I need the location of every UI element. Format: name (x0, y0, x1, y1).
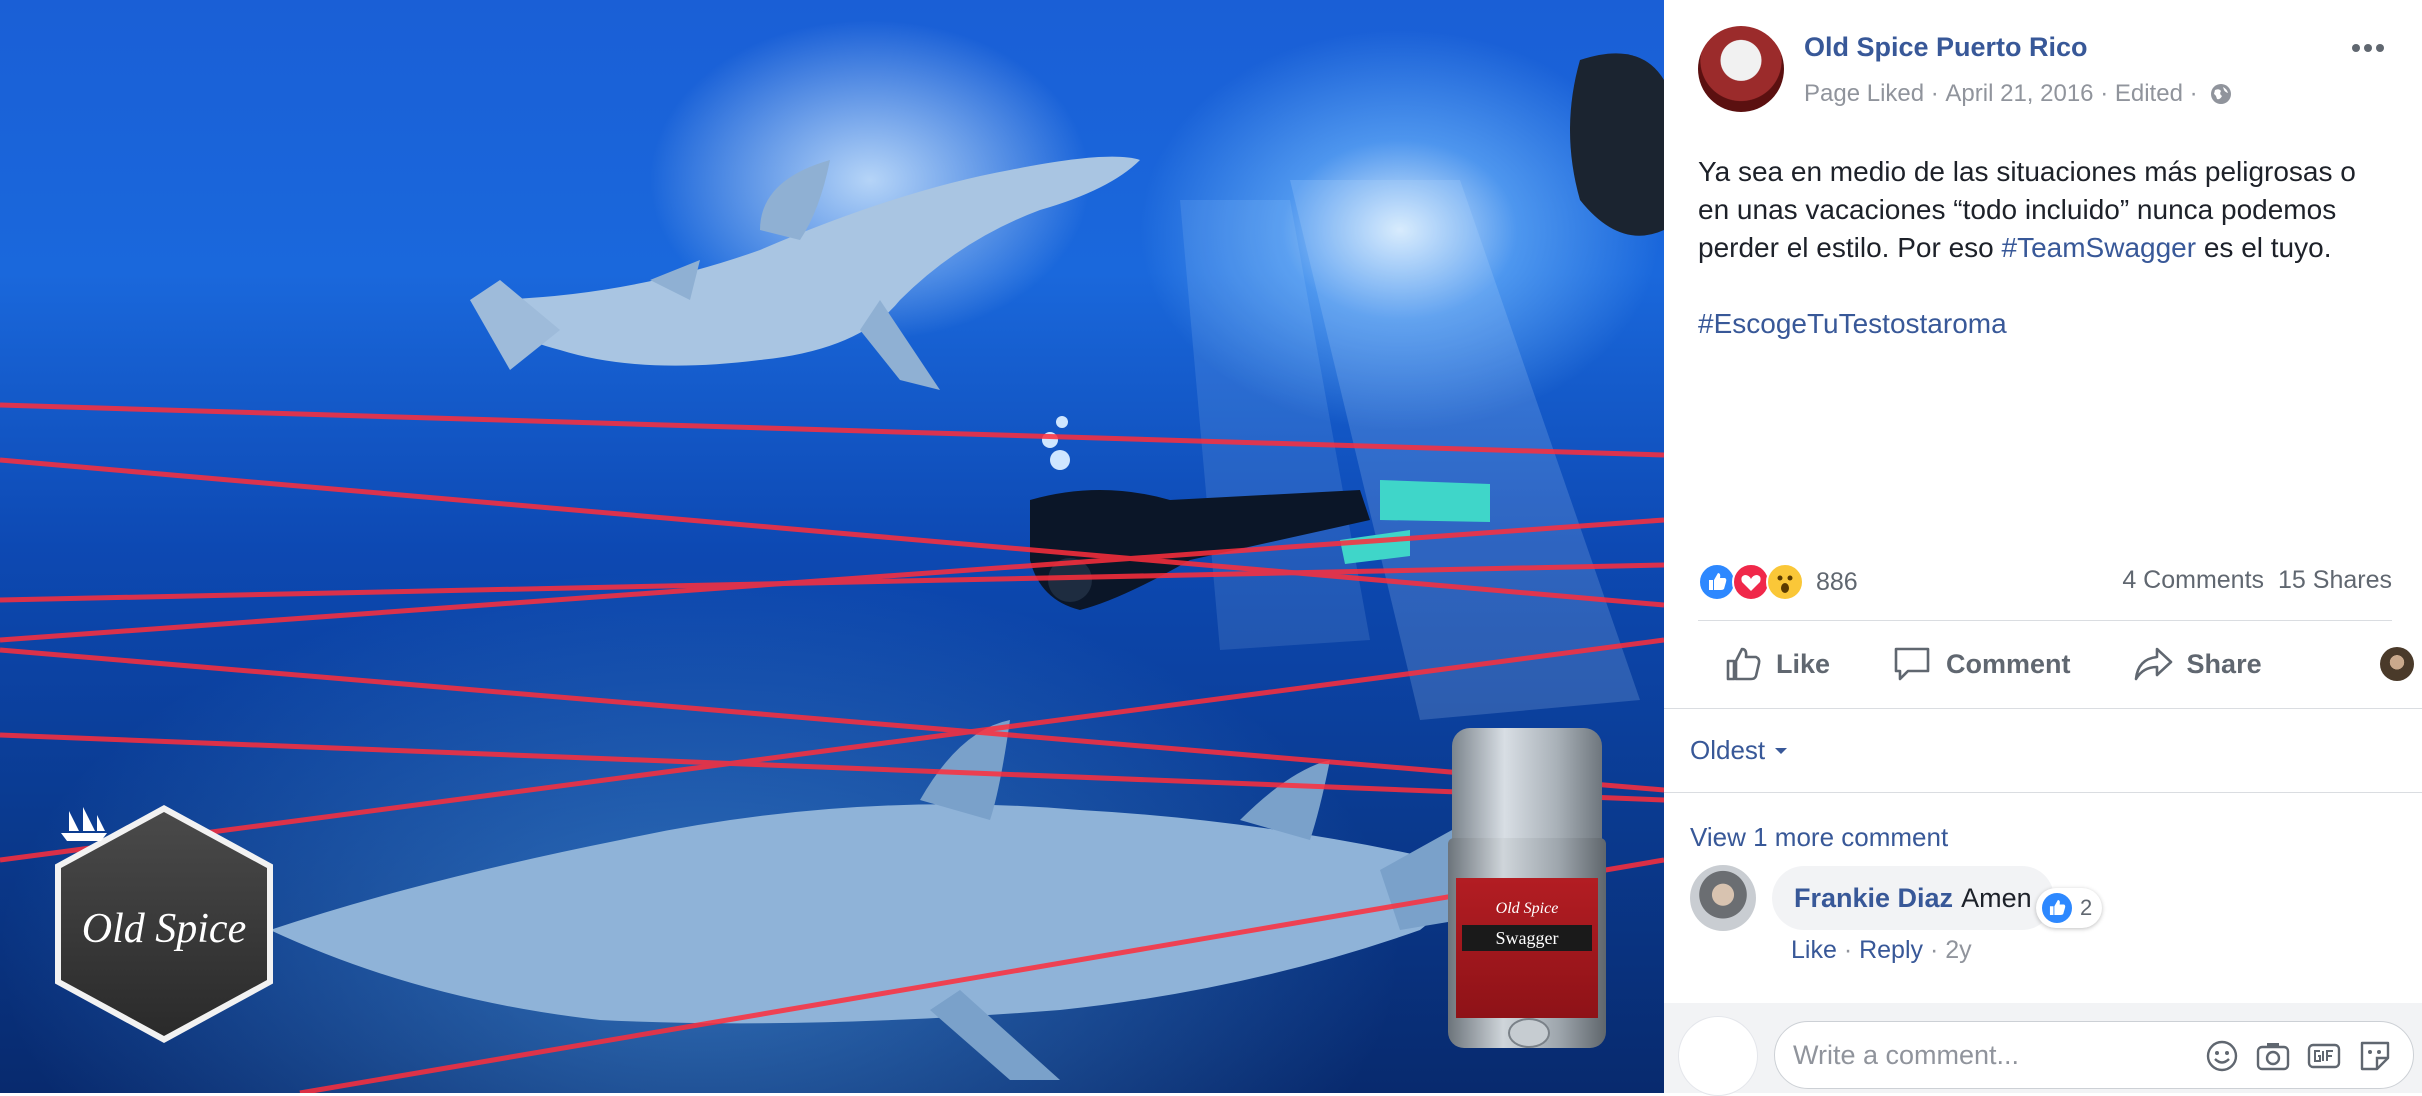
edited-label[interactable]: Edited (2115, 80, 2183, 108)
post-actions: Like Comment Share (1698, 634, 2414, 694)
divider (1664, 708, 2422, 709)
shares-count[interactable]: 15 Shares (2278, 566, 2392, 594)
page-name-link[interactable]: Old Spice Puerto Rico (1804, 32, 2088, 63)
divider (1698, 620, 2392, 621)
product-brand: Old Spice (1495, 900, 1559, 917)
logo-text: Old Spice (81, 906, 247, 952)
commenter-avatar[interactable] (1690, 865, 1756, 931)
post-panel: Old Spice Puerto Rico Page Liked · April… (1664, 0, 2422, 1096)
engagement-counts: 4 Comments 15 Shares (2108, 566, 2392, 595)
like-button[interactable]: Like (1724, 645, 1830, 683)
reaction-audience-selector[interactable] (2379, 647, 2422, 681)
composer-avatar (1678, 1016, 1758, 1096)
share-button[interactable]: Share (2133, 645, 2262, 683)
globe-icon (2211, 84, 2232, 104)
share-icon (2134, 647, 2172, 681)
comment-sort-dropdown[interactable]: Oldest (1690, 735, 1789, 766)
view-more-comments-link[interactable]: View 1 more comment (1690, 822, 1948, 853)
post-meta: Page Liked · April 21, 2016 · Edited · (1804, 80, 2232, 108)
post-message: Ya sea en medio de las situaciones más p… (1698, 156, 2356, 339)
comment-icon (1894, 647, 1930, 681)
composer-icons (2204, 1038, 2408, 1074)
comment-like-link[interactable]: Like (1791, 936, 1837, 964)
comment-reaction-count: 2 (2080, 895, 2093, 920)
user-avatar (2379, 647, 2414, 681)
more-options-icon[interactable] (2347, 28, 2389, 68)
wow-icon (1766, 563, 1804, 601)
chevron-down-icon (1775, 747, 1788, 754)
post-photo[interactable]: Old Spice Old Spice Swagger (0, 0, 1664, 1093)
page-liked-status: Page Liked (1804, 80, 1925, 107)
comment-age[interactable]: 2y (1945, 936, 1971, 964)
like-icon (2040, 891, 2074, 925)
comment-reactions[interactable]: 2 (2036, 888, 2103, 928)
post-date[interactable]: April 21, 2016 (1945, 80, 2093, 108)
upper-shark (470, 156, 1140, 390)
sticker-icon[interactable] (2357, 1038, 2395, 1074)
old-spice-logo: Old Spice (55, 805, 273, 1043)
ship-icon (61, 807, 107, 841)
emoji-icon[interactable] (2204, 1038, 2242, 1074)
hashtag-teamswagger[interactable]: #TeamSwagger (2002, 232, 2197, 263)
comment-text: Amen (1961, 882, 2032, 913)
lower-shark (270, 720, 1470, 1080)
comments-count[interactable]: 4 Comments (2122, 566, 2264, 594)
reactions-summary[interactable]: 886 (1698, 563, 1858, 601)
reaction-count[interactable]: 886 (1816, 568, 1858, 597)
love-icon (1732, 563, 1770, 601)
like-icon (1698, 563, 1736, 601)
product-name: Swagger (1462, 925, 1592, 951)
page-avatar[interactable] (1698, 26, 1784, 112)
comment-actions: Like · Reply · 2y (1791, 936, 1972, 964)
commenter-name[interactable]: Frankie Diaz (1794, 883, 1953, 914)
deodorant-product: Old Spice Swagger (1448, 728, 1606, 1048)
gif-icon[interactable] (2306, 1038, 2344, 1074)
comment-bubble: Frankie Diaz Amen (1772, 866, 2054, 930)
divider (1664, 792, 2422, 793)
thumbs-up-icon (1726, 647, 1761, 681)
camera-icon[interactable] (2255, 1038, 2293, 1074)
comment-button[interactable]: Comment (1892, 645, 2071, 683)
hashtag-escogetutestostaroma[interactable]: #EscogeTuTestostaroma (1698, 308, 2007, 339)
comment-reply-link[interactable]: Reply (1859, 936, 1923, 964)
